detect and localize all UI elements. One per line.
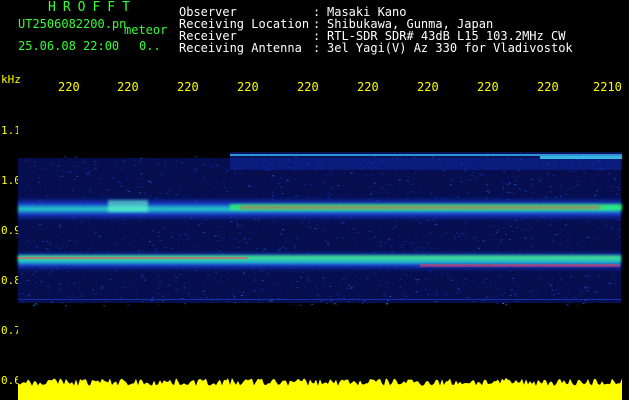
x-tick-label: 220 bbox=[477, 80, 499, 94]
datetime-label: 25.06.08 22:00 bbox=[18, 39, 120, 53]
signal-band bbox=[240, 206, 600, 209]
x-tick-label: 220 bbox=[537, 80, 559, 94]
x-tick-label: 220 bbox=[237, 80, 259, 94]
noise-histogram bbox=[18, 378, 622, 400]
antenna-colon: : bbox=[313, 41, 321, 55]
x-tick-label: 220 bbox=[297, 80, 319, 94]
signal-band bbox=[540, 156, 622, 159]
x-tick-label: 220 bbox=[417, 80, 439, 94]
signal-band bbox=[108, 200, 148, 212]
spectrogram-image bbox=[18, 152, 622, 400]
app-title: HROFFT bbox=[48, 0, 137, 15]
signal-band bbox=[18, 250, 621, 272]
filename-label: UT2506082200.pn bbox=[18, 17, 127, 31]
y-unit-label: kHz bbox=[1, 73, 21, 86]
signal-band bbox=[18, 257, 248, 259]
antenna-label: Receiving Antenna bbox=[179, 41, 302, 55]
x-tick-label: 220 bbox=[58, 80, 80, 94]
signal-band bbox=[18, 299, 621, 300]
mode-label: meteor bbox=[124, 23, 168, 37]
spectrogram-plot bbox=[0, 96, 629, 400]
signal-band bbox=[230, 154, 622, 156]
x-tick-label: 220 bbox=[177, 80, 199, 94]
x-tick-label: 220 bbox=[117, 80, 139, 94]
x-tick-label: 2210 bbox=[593, 80, 622, 94]
status-label: 0.. bbox=[139, 39, 161, 53]
signal-band bbox=[420, 264, 620, 267]
antenna-value: 3el Yagi(V) Az 330 for Vladivostok bbox=[327, 41, 573, 55]
x-tick-label: 220 bbox=[357, 80, 379, 94]
noise-field bbox=[18, 158, 621, 303]
